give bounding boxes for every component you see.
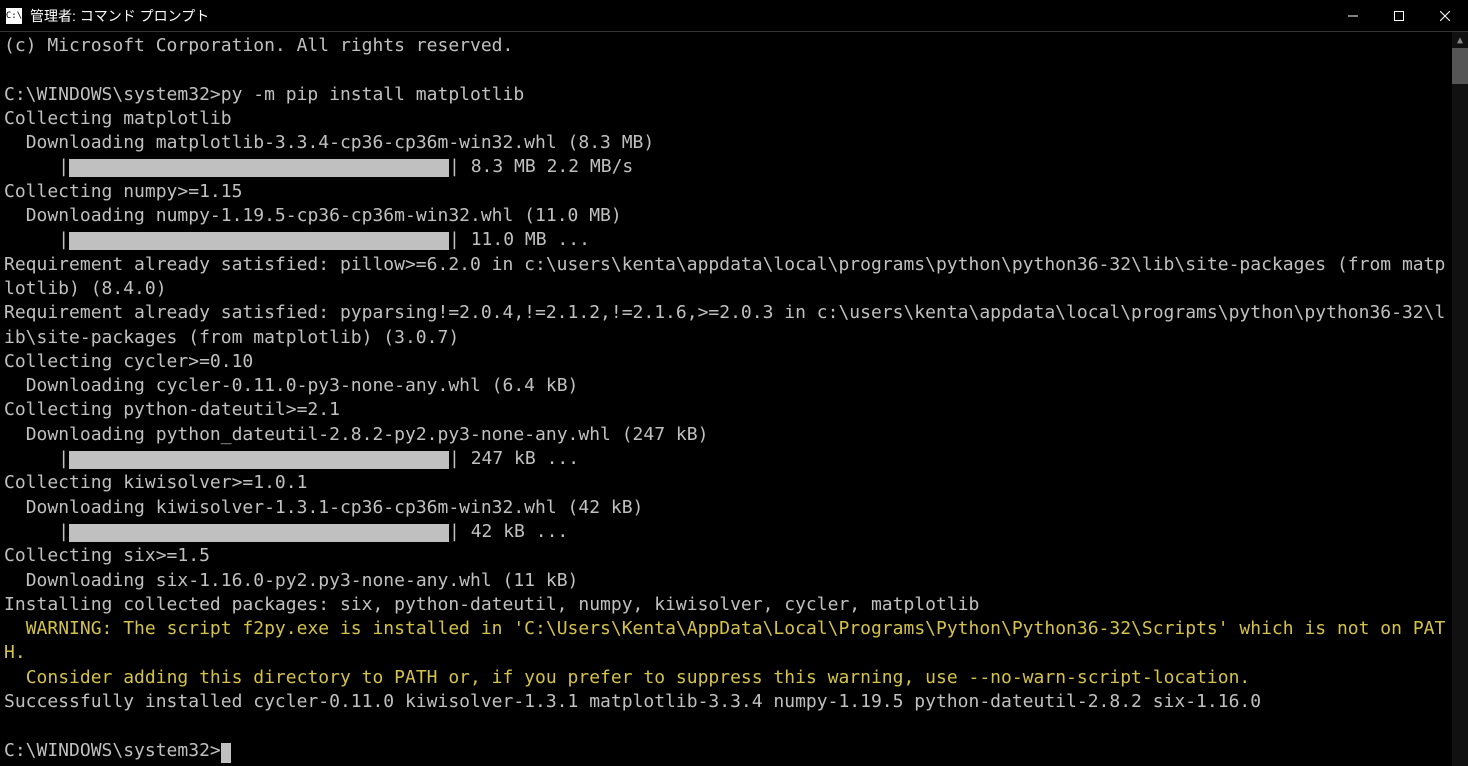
terminal-line: C:\WINDOWS\system32> <box>4 739 1448 763</box>
progress-bar <box>69 159 449 177</box>
terminal-line: C:\WINDOWS\system32>py -m pip install ma… <box>4 83 1448 107</box>
progress-bar <box>69 232 449 250</box>
scroll-thumb[interactable] <box>1452 48 1468 84</box>
terminal-line: Consider adding this directory to PATH o… <box>4 666 1448 690</box>
window-controls <box>1330 0 1468 31</box>
terminal-line <box>4 58 1448 82</box>
terminal-line: Successfully installed cycler-0.11.0 kiw… <box>4 690 1448 714</box>
terminal-line: Collecting numpy>=1.15 <box>4 180 1448 204</box>
terminal-line: Downloading numpy-1.19.5-cp36-cp36m-win3… <box>4 204 1448 228</box>
terminal-line: || 11.0 MB ... <box>4 228 1448 252</box>
terminal-line: Collecting python-dateutil>=2.1 <box>4 398 1448 422</box>
terminal-line: WARNING: The script f2py.exe is installe… <box>4 617 1448 666</box>
terminal-line: Downloading python_dateutil-2.8.2-py2.py… <box>4 423 1448 447</box>
terminal-line: || 247 kB ... <box>4 447 1448 471</box>
minimize-button[interactable] <box>1330 0 1376 31</box>
scrollbar[interactable]: ▲ <box>1452 32 1468 766</box>
terminal-line: Collecting matplotlib <box>4 107 1448 131</box>
cmd-icon: C:\ <box>6 8 22 24</box>
maximize-button[interactable] <box>1376 0 1422 31</box>
terminal-line: (c) Microsoft Corporation. All rights re… <box>4 34 1448 58</box>
terminal-line: || 42 kB ... <box>4 520 1448 544</box>
terminal-line: || 8.3 MB 2.2 MB/s <box>4 155 1448 179</box>
titlebar[interactable]: C:\ 管理者: コマンド プロンプト <box>0 0 1468 32</box>
terminal-line: Collecting six>=1.5 <box>4 544 1448 568</box>
terminal-line <box>4 714 1448 738</box>
terminal-line: Downloading kiwisolver-1.3.1-cp36-cp36m-… <box>4 496 1448 520</box>
window-title: 管理者: コマンド プロンプト <box>30 6 209 26</box>
progress-bar <box>69 451 449 469</box>
terminal-line: Installing collected packages: six, pyth… <box>4 593 1448 617</box>
terminal-line: Downloading matplotlib-3.3.4-cp36-cp36m-… <box>4 131 1448 155</box>
terminal-line: Downloading cycler-0.11.0-py3-none-any.w… <box>4 374 1448 398</box>
terminal-line: Downloading six-1.16.0-py2.py3-none-any.… <box>4 569 1448 593</box>
terminal-output[interactable]: (c) Microsoft Corporation. All rights re… <box>0 32 1452 766</box>
terminal-line: Requirement already satisfied: pyparsing… <box>4 301 1448 350</box>
close-button[interactable] <box>1422 0 1468 31</box>
progress-bar <box>69 524 449 542</box>
terminal-line: Collecting cycler>=0.10 <box>4 350 1448 374</box>
cursor <box>221 743 231 763</box>
terminal-line: Requirement already satisfied: pillow>=6… <box>4 253 1448 302</box>
scroll-up-button[interactable]: ▲ <box>1452 32 1468 48</box>
terminal-line: Collecting kiwisolver>=1.0.1 <box>4 471 1448 495</box>
